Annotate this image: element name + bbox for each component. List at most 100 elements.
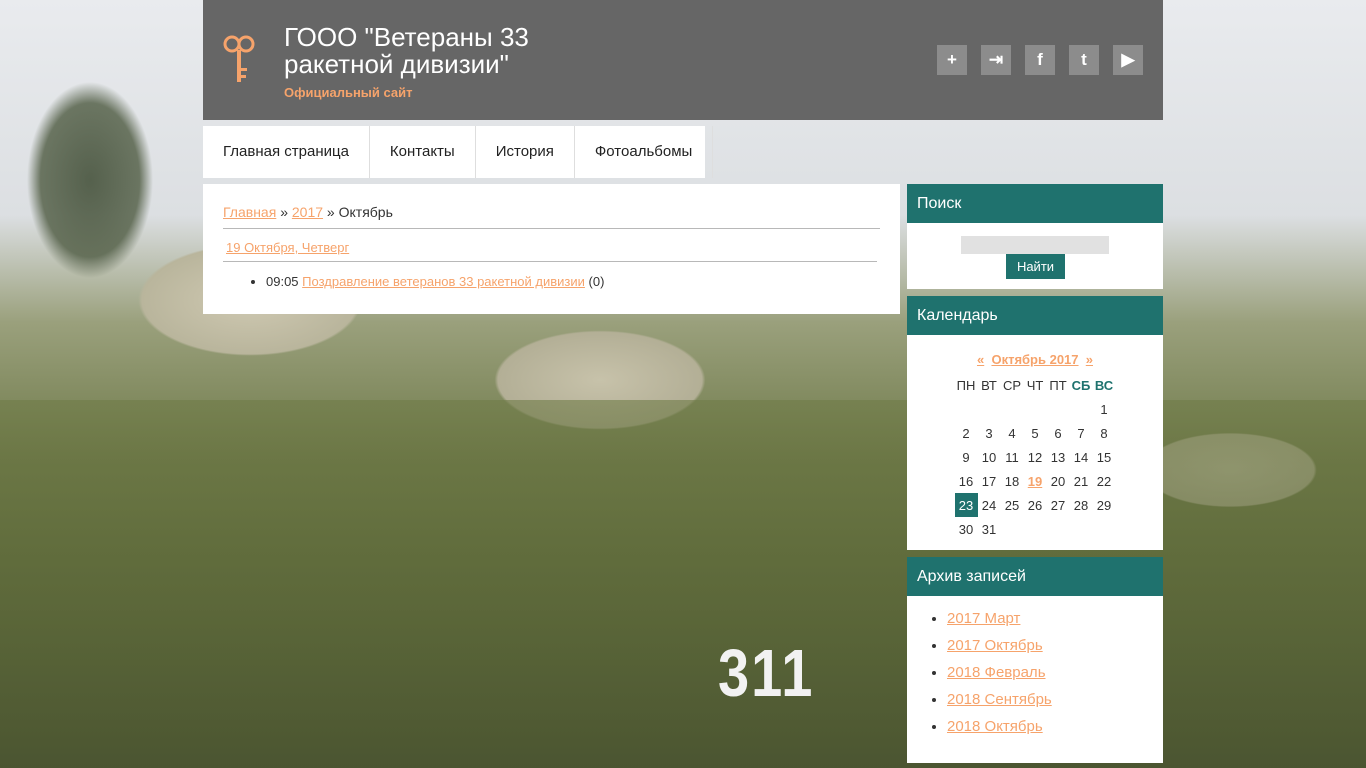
calendar-day <box>1070 397 1093 421</box>
site-subtitle: Официальный сайт <box>284 85 413 100</box>
breadcrumb-separator: » <box>326 204 335 220</box>
youtube-icon[interactable]: ▶ <box>1113 45 1143 75</box>
calendar-day <box>1047 517 1070 541</box>
archive-list: 2017 Март 2017 Октябрь 2018 Февраль 2018… <box>907 596 1163 735</box>
main-content: Главная » 2017 » Октябрь 19 Октября, Чет… <box>203 184 900 314</box>
calendar-day: 7 <box>1077 425 1085 441</box>
date-heading-row: 19 Октября, Четверг <box>223 229 877 262</box>
calendar-day: 13 <box>1050 449 1066 465</box>
breadcrumb: Главная » 2017 » Октябрь <box>223 204 880 229</box>
calendar-weekday: СР <box>1002 377 1022 393</box>
calendar-day: 8 <box>1100 425 1108 441</box>
calendar-month-link[interactable]: Октябрь 2017 <box>991 352 1078 367</box>
calendar-day <box>1001 517 1024 541</box>
calendar-day: 30 <box>958 521 974 537</box>
calendar-day: 18 <box>1004 473 1020 489</box>
calendar-day: 21 <box>1073 473 1089 489</box>
calendar-header: « Октябрь 2017 » <box>907 352 1163 367</box>
vehicle-number: 311 <box>718 634 815 711</box>
search-block-title: Поиск <box>907 184 1163 223</box>
calendar-day <box>978 397 1001 421</box>
entry-time: 09:05 <box>266 274 299 289</box>
date-heading[interactable]: 19 Октября, Четверг <box>226 240 349 255</box>
calendar-day: 15 <box>1096 449 1112 465</box>
calendar-day: 17 <box>981 473 997 489</box>
calendar-day-link[interactable]: 19 <box>1024 469 1047 493</box>
background-tree <box>0 40 200 300</box>
calendar-weekday: ВС <box>1094 377 1114 393</box>
calendar-day: 9 <box>962 449 970 465</box>
nav-item-contacts[interactable]: Контакты <box>370 126 476 178</box>
nav-item-history[interactable]: История <box>476 126 575 178</box>
list-item: 2018 Октябрь <box>947 718 1163 735</box>
calendar-day <box>955 397 978 421</box>
calendar-weekday: СБ <box>1071 377 1091 393</box>
breadcrumb-home[interactable]: Главная <box>223 204 276 220</box>
calendar-weekday: ПН <box>956 377 976 393</box>
calendar-day: 11 <box>1005 449 1019 465</box>
calendar-day: 6 <box>1054 425 1062 441</box>
calendar-day: 27 <box>1050 497 1066 513</box>
calendar-day <box>1024 397 1047 421</box>
calendar-block: Календарь « Октябрь 2017 » ПН ВТ СР ЧТ ПТ СБ В… <box>907 296 1163 550</box>
calendar-day: 25 <box>1004 497 1020 513</box>
calendar-table: ПН ВТ СР ЧТ ПТ СБ ВС 1 2 3 4 5 6 7 8 9 10 11 12 13 14 15 16 17… <box>954 373 1116 541</box>
calendar-weekday: ЧТ <box>1026 377 1044 393</box>
list-item: 2018 Февраль <box>947 664 1163 681</box>
login-icon[interactable]: ⇥ <box>981 45 1011 75</box>
calendar-day: 20 <box>1050 473 1066 489</box>
calendar-day: 29 <box>1096 497 1112 513</box>
archive-block-title: Архив записей <box>907 557 1163 596</box>
search-input[interactable] <box>961 236 1109 254</box>
calendar-day: 24 <box>981 497 997 513</box>
calendar-day: 1 <box>1100 401 1108 417</box>
calendar-day: 10 <box>981 449 997 465</box>
nav-item-photoalbums[interactable]: Фотоальбомы <box>575 126 714 178</box>
calendar-day: 12 <box>1027 449 1043 465</box>
calendar-day <box>1024 517 1047 541</box>
key-logo-icon[interactable] <box>223 32 255 88</box>
search-button[interactable]: Найти <box>1006 254 1065 279</box>
calendar-weekday: ПТ <box>1049 377 1067 393</box>
calendar-day <box>1070 517 1093 541</box>
archive-link[interactable]: 2017 Октябрь <box>947 637 1043 654</box>
site-header: ГООО "Ветераны 33 ракетной дивизии" Офиц… <box>203 0 1163 120</box>
calendar-day-today: 23 <box>954 493 978 517</box>
calendar-block-title: Календарь <box>907 296 1163 335</box>
nav-item-home[interactable]: Главная страница <box>203 126 370 178</box>
list-item: 2017 Октябрь <box>947 637 1163 654</box>
archive-link[interactable]: 2017 Март <box>947 610 1020 627</box>
search-block: Поиск Найти <box>907 184 1163 289</box>
list-item: 2017 Март <box>947 610 1163 627</box>
facebook-icon[interactable]: f <box>1025 45 1055 75</box>
list-item: 2018 Сентябрь <box>947 691 1163 708</box>
calendar-day: 2 <box>962 425 970 441</box>
archive-block: Архив записей 2017 Март 2017 Октябрь 201… <box>907 557 1163 763</box>
twitter-icon[interactable]: t <box>1069 45 1099 75</box>
calendar-day: 28 <box>1073 497 1089 513</box>
entries-list: 09:05 Поздравление ветеранов 33 ракетной… <box>223 274 880 289</box>
calendar-day <box>1047 397 1070 421</box>
entry-title-link[interactable]: Поздравление ветеранов 33 ракетной дивиз… <box>302 274 585 289</box>
calendar-day: 4 <box>1008 425 1016 441</box>
breadcrumb-year[interactable]: 2017 <box>292 204 323 220</box>
breadcrumb-current: Октябрь <box>338 204 393 220</box>
calendar-day: 3 <box>985 425 993 441</box>
archive-link[interactable]: 2018 Сентябрь <box>947 691 1052 708</box>
archive-link[interactable]: 2018 Февраль <box>947 664 1046 681</box>
entry-comments: (0) <box>588 274 605 289</box>
add-user-icon[interactable]: + <box>937 45 967 75</box>
calendar-weekday: ВТ <box>981 377 997 393</box>
calendar-day: 5 <box>1031 425 1039 441</box>
archive-link[interactable]: 2018 Октябрь <box>947 718 1043 735</box>
calendar-next-link[interactable]: » <box>1086 352 1093 367</box>
calendar-day: 16 <box>958 473 974 489</box>
header-icons: + ⇥ f t ▶ <box>937 45 1143 75</box>
calendar-prev-link[interactable]: « <box>977 352 984 367</box>
calendar-day: 14 <box>1073 449 1089 465</box>
site-title[interactable]: ГООО "Ветераны 33 ракетной дивизии" <box>284 24 604 78</box>
breadcrumb-separator: » <box>280 204 288 220</box>
calendar-day <box>1001 397 1024 421</box>
calendar-day: 26 <box>1027 497 1043 513</box>
calendar-day: 22 <box>1096 473 1112 489</box>
